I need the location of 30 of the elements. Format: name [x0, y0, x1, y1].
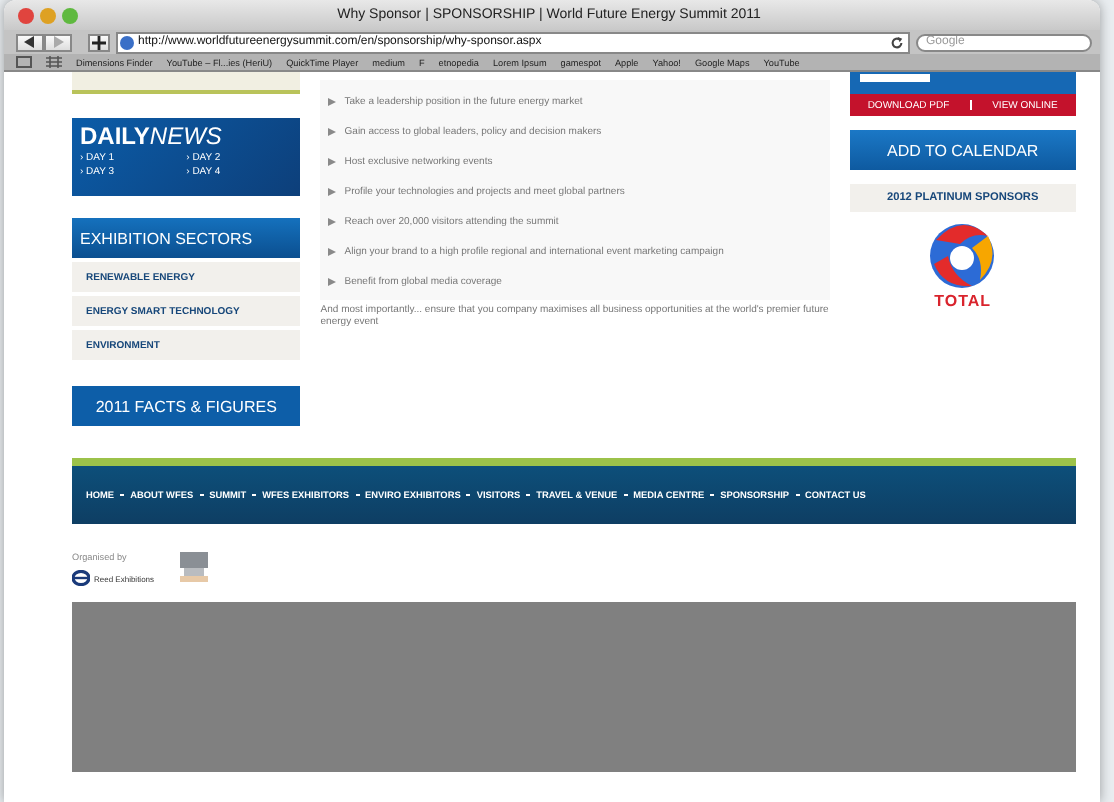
- reload-icon[interactable]: [890, 35, 904, 49]
- grid-icon[interactable]: [46, 56, 62, 68]
- left-triangle-icon: [24, 36, 36, 48]
- venue-icon: [178, 550, 211, 582]
- separator-dash: [710, 494, 715, 496]
- arrow-icon: [328, 247, 337, 255]
- separator-dash: [526, 494, 531, 496]
- daily-news-title: DAILYNEWS: [80, 124, 224, 150]
- arrow-icon: [328, 127, 337, 135]
- reading-list-icon[interactable]: [16, 56, 32, 68]
- add-bookmark-button[interactable]: [88, 33, 110, 51]
- close-button[interactable]: [18, 7, 34, 23]
- back-button[interactable]: [16, 33, 44, 51]
- arrow-icon: [328, 157, 337, 165]
- section-header: EXHIBITION SECTORS: [72, 218, 301, 258]
- arrow-icon: [328, 277, 337, 285]
- arrow-icon: [328, 217, 337, 225]
- arrow-icon: [328, 97, 337, 105]
- zoom-button[interactable]: [62, 7, 78, 23]
- right-triangle-icon: [52, 36, 64, 48]
- e-logo-icon: [72, 570, 90, 586]
- calendar-button[interactable]: ADD TO CALENDAR: [849, 130, 1076, 170]
- arrow-icon: [328, 187, 337, 195]
- minimize-button[interactable]: [40, 7, 56, 23]
- sponsor-logo-icon: [928, 220, 997, 292]
- sponsor-name: TOTAL: [934, 292, 992, 310]
- facts-button[interactable]: 2011 FACTS & FIGURES: [72, 386, 301, 426]
- separator-dash: [252, 494, 257, 496]
- globe-icon: [120, 35, 134, 49]
- separator-dash: [120, 494, 125, 496]
